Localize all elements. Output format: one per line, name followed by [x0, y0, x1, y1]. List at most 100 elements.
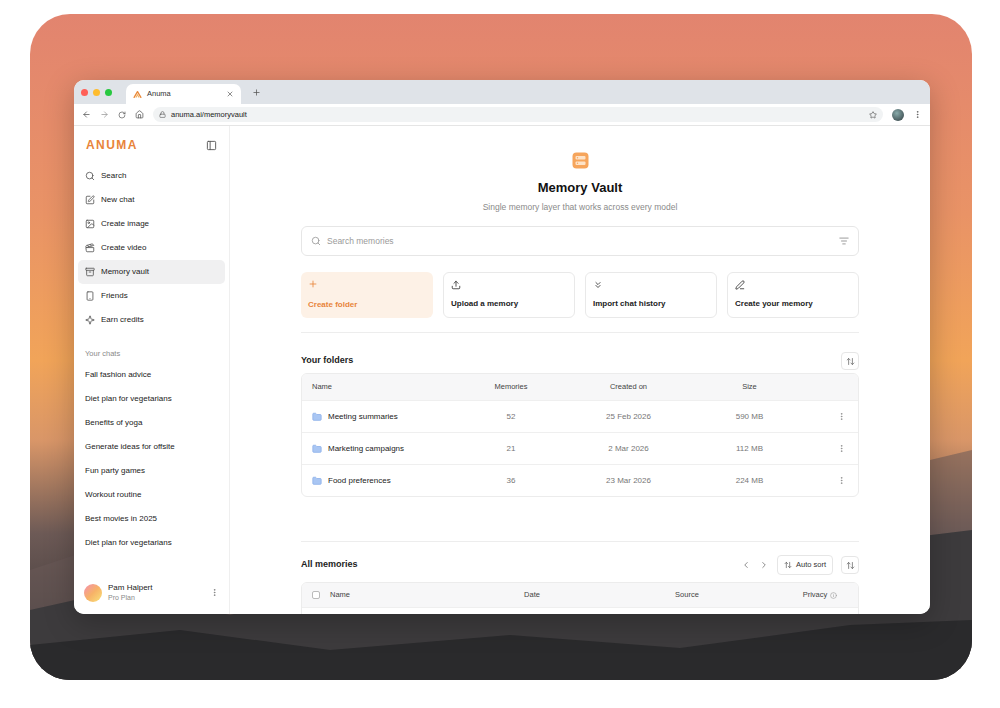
- memories-header: All memories Auto sort: [301, 555, 859, 575]
- memories-title: All memories: [301, 558, 358, 572]
- action-card[interactable]: Create your memory: [727, 272, 859, 318]
- reload-icon[interactable]: [118, 111, 126, 119]
- logo[interactable]: ANUMA: [86, 139, 138, 151]
- divider: [301, 541, 859, 542]
- chat-item[interactable]: Best movies in 2025: [78, 507, 225, 531]
- previous-page-icon[interactable]: [741, 560, 751, 570]
- table-row[interactable]: [302, 607, 858, 614]
- chat-item[interactable]: Benefits of yoga: [78, 411, 225, 435]
- close-window-icon[interactable]: [81, 89, 88, 96]
- forward-icon[interactable]: [100, 110, 109, 119]
- action-cards: Create folderUpload a memoryImport chat …: [301, 272, 859, 318]
- menu-item-icon: [85, 219, 95, 229]
- folder-icon: [312, 444, 322, 454]
- app-content: ANUMA SearchNew chatCreate imageCreate vi…: [74, 126, 930, 614]
- lock-icon: [159, 111, 166, 118]
- memory-vault-icon: [572, 152, 589, 169]
- memories-table: NameDateSourcePrivacy: [301, 582, 859, 614]
- sort-button[interactable]: [841, 556, 859, 574]
- page: Anuma anuma.ai/memoryvault ANUMA SearchNew …: [0, 0, 1000, 708]
- chat-item[interactable]: Diet plan for vegetarians: [78, 387, 225, 411]
- main-panel: Memory Vault Single memory layer that wor…: [230, 126, 930, 614]
- chat-item[interactable]: Diet plan for vegetarians: [78, 531, 225, 555]
- bookmark-icon[interactable]: [869, 111, 877, 119]
- sort-button[interactable]: [841, 352, 859, 370]
- url-field[interactable]: anuma.ai/memoryvault: [153, 107, 883, 122]
- folders-table: NameMemoriesCreated onSizeMeeting summar…: [301, 373, 859, 497]
- new-tab-icon[interactable]: [252, 88, 261, 97]
- sidebar-item[interactable]: Create video: [78, 236, 225, 260]
- action-icon: [451, 280, 461, 290]
- sort-icon: [846, 357, 855, 366]
- filter-icon[interactable]: [839, 236, 849, 246]
- user-plan: Pro Plan: [108, 593, 204, 602]
- user-name: Pam Halpert: [108, 583, 204, 593]
- menu-item-icon: [85, 171, 95, 181]
- user-menu-icon[interactable]: [210, 588, 219, 597]
- info-icon[interactable]: [830, 592, 837, 599]
- sidebar-item[interactable]: Memory vault: [78, 260, 225, 284]
- back-icon[interactable]: [82, 110, 91, 119]
- tab-bar: Anuma: [74, 80, 930, 104]
- sidebar-header: ANUMA: [78, 137, 225, 153]
- action-card[interactable]: Import chat history: [585, 272, 717, 318]
- sort-icon: [846, 561, 855, 570]
- sidebar-item[interactable]: Friends: [78, 284, 225, 308]
- sidebar-item[interactable]: Earn credits: [78, 308, 225, 332]
- folder-icon: [312, 476, 322, 486]
- browser-window: Anuma anuma.ai/memoryvault ANUMA SearchNew …: [74, 80, 930, 614]
- table-header: NameMemoriesCreated onSize: [302, 374, 858, 400]
- auto-sort-button[interactable]: Auto sort: [777, 555, 833, 575]
- anuma-logo-icon: [133, 90, 142, 99]
- profile-avatar-icon[interactable]: [892, 109, 904, 121]
- menu-item-icon: [85, 291, 95, 301]
- row-menu-icon[interactable]: [837, 444, 846, 453]
- chats-heading: Your chats: [78, 349, 225, 359]
- maximize-window-icon[interactable]: [105, 89, 112, 96]
- close-tab-icon[interactable]: [226, 90, 234, 98]
- action-icon: [308, 279, 318, 289]
- table-row[interactable]: Meeting summaries5225 Feb 2026590 MB: [302, 400, 858, 432]
- sidebar-item[interactable]: Create image: [78, 212, 225, 236]
- sidebar-item[interactable]: New chat: [78, 188, 225, 212]
- menu-item-icon: [85, 315, 95, 325]
- action-card[interactable]: Create folder: [301, 272, 433, 318]
- browser-tab[interactable]: Anuma: [126, 84, 241, 104]
- chat-list: Fall fashion adviceDiet plan for vegetar…: [78, 363, 225, 555]
- folder-icon: [312, 412, 322, 422]
- chat-item[interactable]: Fun party games: [78, 459, 225, 483]
- divider: [301, 332, 859, 333]
- sidebar-menu: SearchNew chatCreate imageCreate videoMe…: [78, 164, 225, 332]
- minimize-window-icon[interactable]: [93, 89, 100, 96]
- sidebar: ANUMA SearchNew chatCreate imageCreate vi…: [74, 126, 230, 614]
- chat-item[interactable]: Generate ideas for offsite: [78, 435, 225, 459]
- folders-title: Your folders: [301, 354, 353, 368]
- row-menu-icon[interactable]: [837, 476, 846, 485]
- home-icon[interactable]: [135, 110, 144, 119]
- select-all-checkbox[interactable]: [312, 591, 320, 599]
- action-icon: [735, 280, 745, 290]
- chat-item[interactable]: Workout routine: [78, 483, 225, 507]
- table-row[interactable]: Marketing campaigns212 Mar 2026112 MB: [302, 432, 858, 464]
- browser-menu-icon[interactable]: [913, 110, 922, 119]
- chat-item[interactable]: Fall fashion advice: [78, 363, 225, 387]
- page-subtitle: Single memory layer that works across ev…: [301, 202, 859, 213]
- table-row[interactable]: Food preferences3623 Mar 2026224 MB: [302, 464, 858, 496]
- user-profile[interactable]: Pam HalpertPro Plan: [78, 583, 225, 602]
- page-title: Memory Vault: [301, 180, 859, 196]
- folders-header: Your folders: [301, 352, 859, 370]
- row-menu-icon[interactable]: [837, 412, 846, 421]
- action-icon: [593, 280, 603, 290]
- auto-sort-icon: [784, 561, 792, 569]
- table-header: NameDateSourcePrivacy: [302, 583, 858, 607]
- menu-item-icon: [85, 195, 95, 205]
- next-page-icon[interactable]: [759, 560, 769, 570]
- collapse-sidebar-icon[interactable]: [206, 140, 217, 151]
- user-avatar-icon: [84, 584, 102, 602]
- address-bar: anuma.ai/memoryvault: [74, 104, 930, 126]
- action-card[interactable]: Upload a memory: [443, 272, 575, 318]
- backdrop: Anuma anuma.ai/memoryvault ANUMA SearchNew …: [30, 14, 972, 680]
- search-field[interactable]: Search memories: [301, 226, 859, 256]
- sidebar-item[interactable]: Search: [78, 164, 225, 188]
- menu-item-icon: [85, 243, 95, 253]
